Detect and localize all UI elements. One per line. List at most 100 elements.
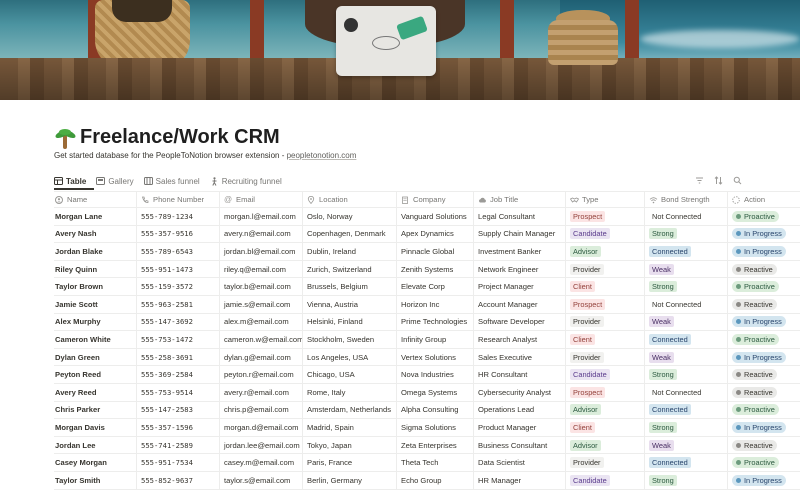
action-cell[interactable]: Reactive	[728, 366, 800, 383]
location-cell[interactable]: Los Angeles, USA	[303, 348, 397, 366]
column-header-phone[interactable]: Phone Number	[137, 192, 220, 207]
filter-icon[interactable]	[695, 176, 704, 185]
location-cell[interactable]: Vienna, Austria	[303, 295, 397, 313]
table-row[interactable]: Avery Reed 555-753-9514 avery.r@email.com R…	[54, 383, 800, 402]
phone-cell[interactable]: 555-357-1596	[137, 419, 220, 436]
type-cell[interactable]: Candidate	[566, 225, 645, 243]
tab-table[interactable]: Table	[54, 177, 86, 186]
job-title-cell[interactable]: Product Manager	[474, 419, 566, 436]
email-cell[interactable]: morgan.d@email.com	[220, 419, 303, 436]
location-cell[interactable]: Chicago, USA	[303, 366, 397, 383]
bond-strength-cell[interactable]: Connected	[645, 331, 728, 348]
tab-sales-funnel[interactable]: Sales funnel	[143, 177, 200, 186]
job-title-cell[interactable]: HR Consultant	[474, 366, 566, 383]
email-cell[interactable]: casey.m@email.com	[220, 454, 303, 471]
name-cell[interactable]: Jamie Scott	[54, 295, 137, 313]
company-cell[interactable]: Pinnacle Global	[397, 243, 474, 260]
email-cell[interactable]: alex.m@email.com	[220, 313, 303, 331]
bond-strength-cell[interactable]: Strong	[645, 278, 728, 295]
table-row[interactable]: Avery Nash 555-357-9516 avery.n@email.com C…	[54, 225, 800, 244]
job-title-cell[interactable]: Legal Consultant	[474, 208, 566, 225]
name-cell[interactable]: Cameron White	[54, 331, 137, 348]
job-title-cell[interactable]: Cybersecurity Analyst	[474, 383, 566, 401]
bond-strength-cell[interactable]: Weak	[645, 313, 728, 331]
email-cell[interactable]: avery.n@email.com	[220, 225, 303, 243]
action-cell[interactable]: Proactive	[728, 278, 800, 295]
company-cell[interactable]: Infinity Group	[397, 331, 474, 348]
location-cell[interactable]: Madrid, Spain	[303, 419, 397, 436]
job-title-cell[interactable]: Business Consultant	[474, 436, 566, 454]
type-cell[interactable]: Prospect	[566, 295, 645, 313]
action-cell[interactable]: In Progress	[728, 243, 800, 260]
table-row[interactable]: Peyton Reed 555-369-2584 peyton.r@email.co…	[54, 366, 800, 384]
company-cell[interactable]: Apex Dynamics	[397, 225, 474, 243]
type-cell[interactable]: Advisor	[566, 436, 645, 454]
bond-strength-cell[interactable]: Connected	[645, 243, 728, 260]
column-header-action[interactable]: Action	[728, 192, 800, 207]
name-cell[interactable]: Avery Reed	[54, 383, 137, 401]
bond-strength-cell[interactable]: Strong	[645, 419, 728, 436]
company-cell[interactable]: Zenith Systems	[397, 260, 474, 278]
phone-cell[interactable]: 555-147-2583	[137, 401, 220, 419]
location-cell[interactable]: Stockholm, Sweden	[303, 331, 397, 348]
phone-cell[interactable]: 555-369-2584	[137, 366, 220, 383]
email-cell[interactable]: taylor.b@email.com	[220, 278, 303, 295]
email-cell[interactable]: jamie.s@email.com	[220, 295, 303, 313]
action-cell[interactable]: In Progress	[728, 226, 800, 243]
name-cell[interactable]: Taylor Smith	[54, 471, 137, 489]
type-cell[interactable]: Client	[566, 331, 645, 348]
type-cell[interactable]: Provider	[566, 348, 645, 366]
company-cell[interactable]: Vertex Solutions	[397, 348, 474, 366]
table-row[interactable]: Morgan Lane 555-789-1234 morgan.l@email.co…	[54, 208, 800, 226]
type-cell[interactable]: Candidate	[566, 366, 645, 383]
table-row[interactable]: Casey Morgan 555-951-7534 casey.m@email.co…	[54, 454, 800, 472]
company-cell[interactable]: Alpha Consulting	[397, 401, 474, 419]
type-cell[interactable]: Prospect	[566, 208, 645, 225]
email-cell[interactable]: dylan.g@email.com	[220, 348, 303, 366]
job-title-cell[interactable]: Supply Chain Manager	[474, 225, 566, 243]
job-title-cell[interactable]: HR Manager	[474, 471, 566, 489]
phone-cell[interactable]: 555-852-9637	[137, 471, 220, 489]
name-cell[interactable]: Morgan Lane	[54, 208, 137, 225]
email-cell[interactable]: chris.p@email.com	[220, 401, 303, 419]
phone-cell[interactable]: 555-357-9516	[137, 225, 220, 243]
name-cell[interactable]: Avery Nash	[54, 225, 137, 243]
search-icon[interactable]	[733, 176, 742, 185]
bond-strength-cell[interactable]: Not Connected	[645, 295, 728, 313]
location-cell[interactable]: Tokyo, Japan	[303, 436, 397, 454]
location-cell[interactable]: Copenhagen, Denmark	[303, 225, 397, 243]
name-cell[interactable]: Jordan Lee	[54, 436, 137, 454]
column-header-email[interactable]: @ Email	[220, 192, 303, 207]
job-title-cell[interactable]: Research Analyst	[474, 331, 566, 348]
name-cell[interactable]: Taylor Brown	[54, 278, 137, 295]
name-cell[interactable]: Chris Parker	[54, 401, 137, 419]
name-cell[interactable]: Peyton Reed	[54, 366, 137, 383]
name-cell[interactable]: Riley Quinn	[54, 260, 137, 278]
location-cell[interactable]: Paris, France	[303, 454, 397, 471]
job-title-cell[interactable]: Project Manager	[474, 278, 566, 295]
phone-cell[interactable]: 555-951-7534	[137, 454, 220, 471]
action-cell[interactable]: Reactive	[728, 437, 800, 454]
company-cell[interactable]: Vanguard Solutions	[397, 208, 474, 225]
phone-cell[interactable]: 555-753-9514	[137, 383, 220, 401]
email-cell[interactable]: riley.q@email.com	[220, 260, 303, 278]
action-cell[interactable]: Reactive	[728, 296, 800, 313]
name-cell[interactable]: Jordan Blake	[54, 243, 137, 260]
type-cell[interactable]: Advisor	[566, 401, 645, 419]
company-cell[interactable]: Horizon Inc	[397, 295, 474, 313]
company-cell[interactable]: Zeta Enterprises	[397, 436, 474, 454]
bond-strength-cell[interactable]: Connected	[645, 454, 728, 471]
bond-strength-cell[interactable]: Weak	[645, 348, 728, 366]
company-cell[interactable]: Prime Technologies	[397, 313, 474, 331]
location-cell[interactable]: Dublin, Ireland	[303, 243, 397, 260]
action-cell[interactable]: Reactive	[728, 261, 800, 278]
company-cell[interactable]: Theta Tech	[397, 454, 474, 471]
bond-strength-cell[interactable]: Not Connected	[645, 208, 728, 225]
type-cell[interactable]: Client	[566, 278, 645, 295]
type-cell[interactable]: Provider	[566, 454, 645, 471]
description-link[interactable]: peopletonotion.com	[287, 151, 357, 160]
tab-gallery[interactable]: Gallery	[96, 177, 134, 186]
column-header-type[interactable]: Type	[566, 192, 645, 207]
action-cell[interactable]: Proactive	[728, 402, 800, 419]
phone-cell[interactable]: 555-789-1234	[137, 208, 220, 225]
